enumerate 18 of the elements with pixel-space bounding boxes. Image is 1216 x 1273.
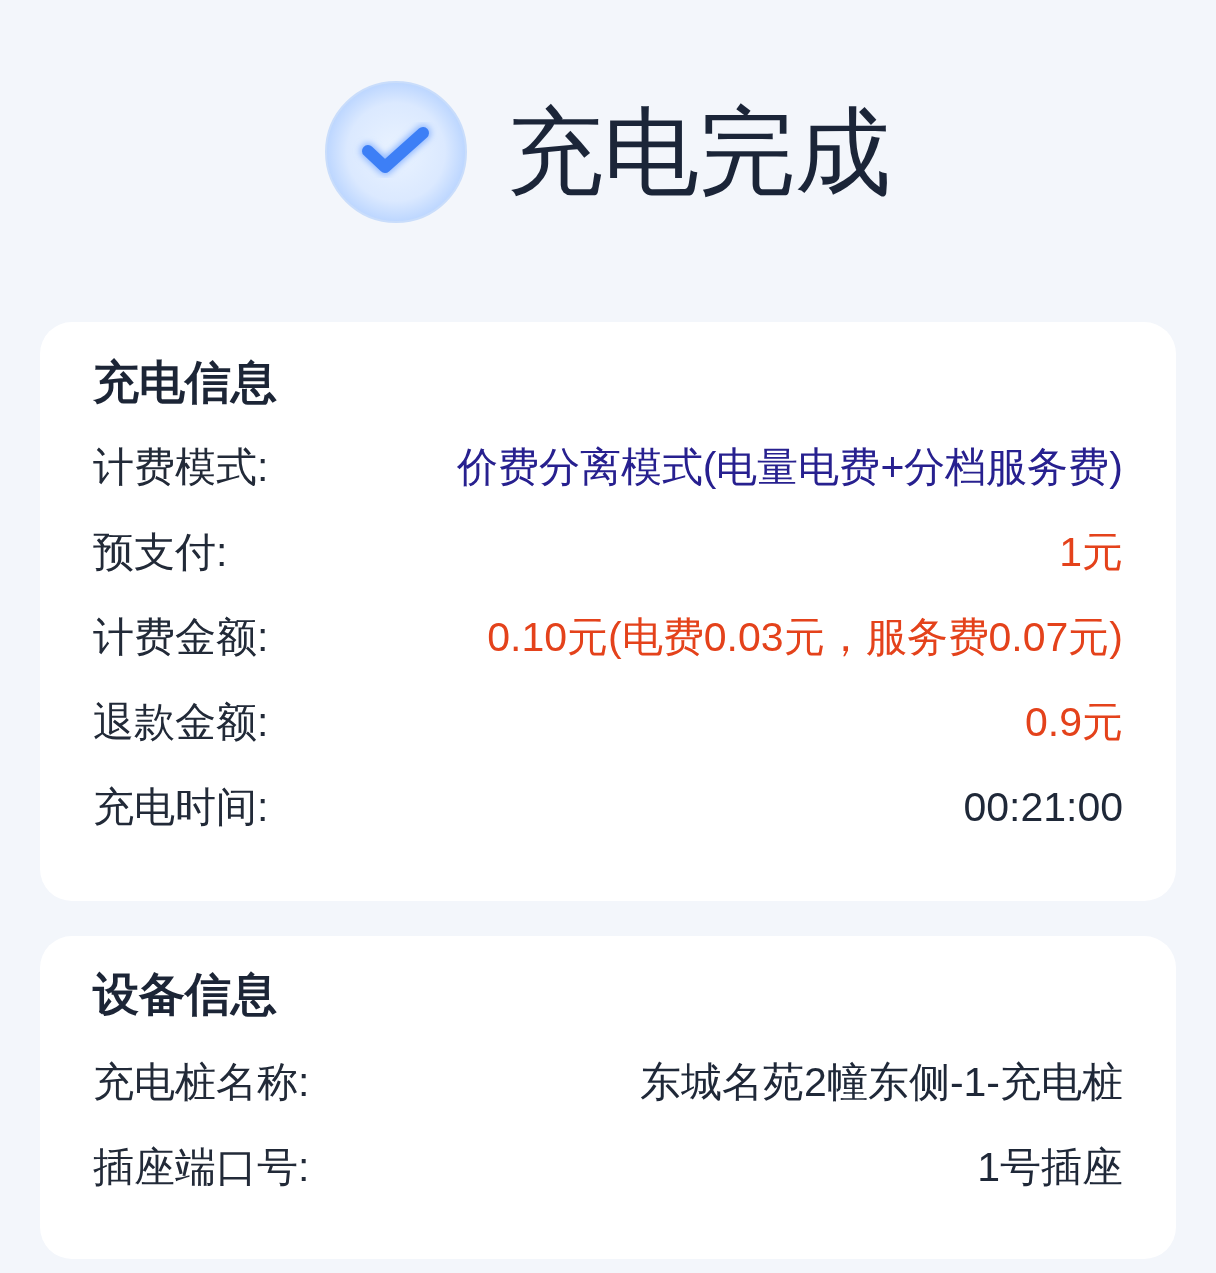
field-label: 退款金额: [93, 697, 269, 747]
section-title: 充电信息 [93, 355, 277, 410]
section-title: 设备信息 [93, 967, 277, 1022]
field-label: 插座端口号: [93, 1142, 310, 1192]
field-value: 价费分离模式(电量电费+分档服务费) [456, 442, 1123, 492]
check-icon [325, 81, 467, 223]
page-title: 充电完成 [507, 97, 891, 207]
field-label: 计费模式: [93, 442, 269, 492]
field-value: 东城名苑2幢东侧-1-充电桩 [640, 1057, 1123, 1107]
field-label: 充电桩名称: [93, 1057, 310, 1107]
field-label: 充电时间: [93, 782, 269, 832]
field-value: 1元 [1059, 527, 1123, 577]
field-value: 0.9元 [1025, 697, 1123, 747]
field-value: 0.10元(电费0.03元，服务费0.07元) [487, 612, 1123, 662]
field-label: 计费金额: [93, 612, 269, 662]
field-value: 1号插座 [977, 1142, 1123, 1192]
field-value: 00:21:00 [963, 782, 1123, 832]
field-label: 预支付: [93, 527, 228, 577]
